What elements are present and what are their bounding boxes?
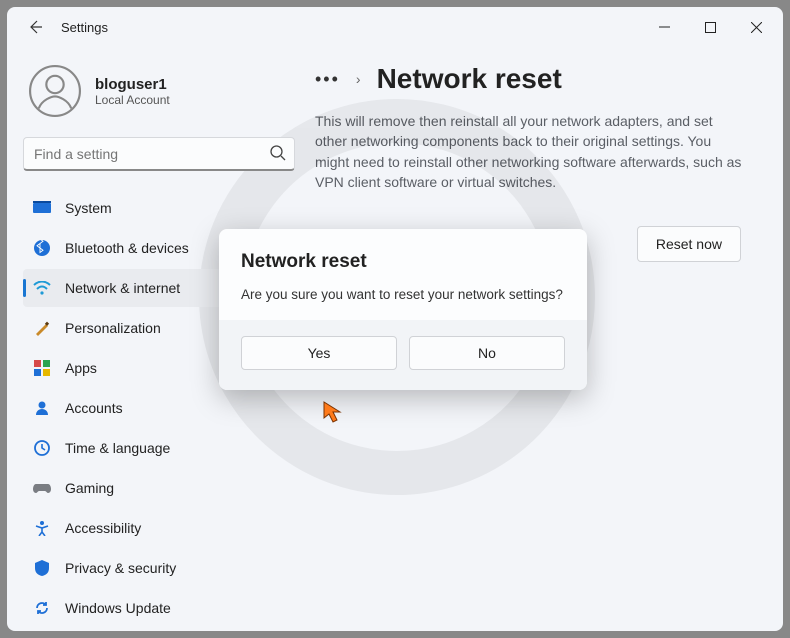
network-icon (33, 279, 51, 297)
titlebar: Settings (7, 7, 783, 47)
user-row[interactable]: bloguser1 Local Account (23, 47, 295, 137)
sidebar-item-label: Personalization (65, 320, 161, 336)
sidebar-item-label: Apps (65, 360, 97, 376)
breadcrumb-more[interactable]: ••• (315, 69, 340, 90)
accessibility-icon (33, 519, 51, 537)
search-input[interactable] (23, 137, 295, 171)
gaming-icon (33, 479, 51, 497)
dialog-title: Network reset (241, 251, 565, 273)
sidebar-item-label: Accounts (65, 400, 123, 416)
sidebar-item-time[interactable]: Time & language (23, 429, 295, 467)
app-title: Settings (61, 20, 108, 35)
yes-button[interactable]: Yes (241, 336, 397, 370)
time-icon (33, 439, 51, 457)
chevron-right-icon: › (356, 71, 361, 87)
reset-now-button[interactable]: Reset now (637, 226, 741, 262)
no-button[interactable]: No (409, 336, 565, 370)
bluetooth-icon (33, 239, 51, 257)
back-icon (27, 19, 43, 35)
personalization-icon (33, 319, 51, 337)
user-account-type: Local Account (95, 93, 170, 107)
minimize-button[interactable] (641, 11, 687, 43)
search-icon (269, 144, 287, 162)
settings-window: PC Settings bloguser1 Local Account (7, 7, 783, 631)
page-title: Network reset (377, 63, 562, 95)
sidebar-item-gaming[interactable]: Gaming (23, 469, 295, 507)
sidebar-item-label: Network & internet (65, 280, 180, 296)
maximize-button[interactable] (687, 11, 733, 43)
sidebar-item-system[interactable]: System (23, 189, 295, 227)
sidebar-item-label: Time & language (65, 440, 170, 456)
sidebar-item-accessibility[interactable]: Accessibility (23, 509, 295, 547)
sidebar-item-update[interactable]: Windows Update (23, 589, 295, 627)
sidebar-item-label: Gaming (65, 480, 114, 496)
accounts-icon (33, 399, 51, 417)
sidebar-item-label: Windows Update (65, 600, 171, 616)
user-name: bloguser1 (95, 76, 170, 93)
avatar-icon (29, 65, 81, 117)
apps-icon (33, 359, 51, 377)
sidebar-item-privacy[interactable]: Privacy & security (23, 549, 295, 587)
maximize-icon (705, 22, 716, 33)
sidebar-item-label: Bluetooth & devices (65, 240, 189, 256)
network-reset-dialog: Network reset Are you sure you want to r… (219, 229, 587, 390)
window-controls (641, 11, 779, 43)
sidebar-item-accounts[interactable]: Accounts (23, 389, 295, 427)
sidebar-item-label: Accessibility (65, 520, 141, 536)
close-button[interactable] (733, 11, 779, 43)
sidebar-item-label: System (65, 200, 112, 216)
page-description: This will remove then reinstall all your… (315, 111, 745, 192)
sidebar-item-label: Privacy & security (65, 560, 176, 576)
back-button[interactable] (19, 11, 51, 43)
privacy-icon (33, 559, 51, 577)
close-icon (751, 22, 762, 33)
system-icon (33, 199, 51, 217)
search-container (23, 137, 295, 171)
update-icon (33, 599, 51, 617)
minimize-icon (659, 22, 670, 33)
dialog-message: Are you sure you want to reset your netw… (241, 287, 565, 302)
breadcrumb: ••• › Network reset (315, 63, 747, 95)
